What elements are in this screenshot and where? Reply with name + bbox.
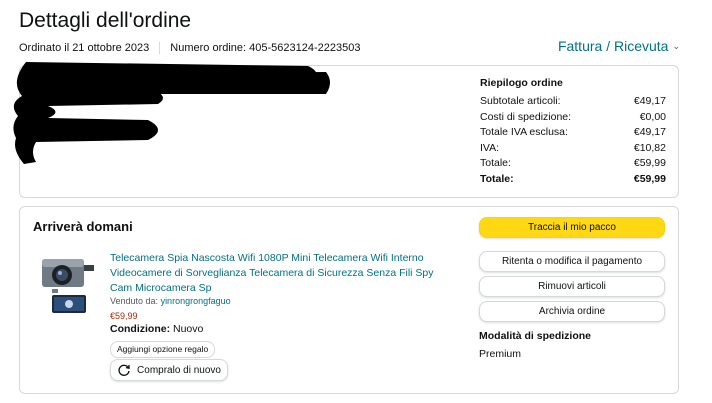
seller-prefix: Venduto da:	[110, 296, 159, 306]
refresh-icon	[118, 364, 130, 376]
order-summary: Riepilogo ordine Subtotale articoli: €49…	[480, 77, 666, 187]
condition-label: Condizione:	[110, 323, 171, 335]
invoice-dropdown[interactable]: Fattura / Ricevuta ⌄	[558, 38, 680, 54]
summary-value: €59,99	[633, 157, 666, 169]
product-image[interactable]	[40, 251, 96, 317]
redacted-address	[13, 62, 330, 164]
shipping-method-label: Modalità di spedizione	[479, 330, 592, 342]
order-info-card: Riepilogo ordine Subtotale articoli: €49…	[13, 62, 679, 198]
product-condition: Condizione: Nuovo	[110, 323, 203, 335]
summary-row-grand-total: Totale: €59,99	[480, 172, 666, 188]
summary-row-total: Totale: €59,99	[480, 156, 666, 172]
product-price: €59,99	[110, 311, 138, 321]
condition-value: Nuovo	[173, 323, 204, 335]
spy-camera-icon	[42, 259, 94, 313]
summary-label: Totale:	[480, 172, 514, 185]
summary-value: €10,82	[633, 141, 666, 154]
summary-title: Riepilogo ordine	[480, 77, 563, 89]
arrival-heading: Arriverà domani	[33, 219, 133, 234]
summary-value: €49,17	[633, 126, 666, 138]
summary-value: €59,99	[633, 172, 666, 185]
shipping-method-value: Premium	[479, 348, 522, 360]
summary-label: Costi di spedizione:	[480, 110, 572, 123]
summary-row-vat: IVA: €10,82	[480, 141, 666, 157]
summary-label: IVA:	[480, 141, 500, 154]
summary-label: Totale IVA esclusa:	[480, 126, 568, 138]
seller-name-link[interactable]: yinrongrongfaguo	[161, 296, 231, 306]
chevron-down-icon: ⌄	[672, 40, 680, 51]
summary-row-shipping: Costi di spedizione: €0,00	[480, 110, 666, 126]
buy-again-label: Compralo di nuovo	[137, 364, 221, 376]
seller-info: Venduto da: yinrongrongfaguo	[110, 296, 231, 306]
order-date: Ordinato il 21 ottobre 2023	[19, 42, 150, 54]
summary-value: €49,17	[633, 95, 666, 107]
retry-payment-button[interactable]: Ritenta o modifica il pagamento	[479, 251, 665, 272]
product-title-link[interactable]: Telecamera Spia Nascosta Wifi 1080P Mini…	[110, 251, 450, 296]
buy-again-button[interactable]: Compralo di nuovo	[110, 359, 228, 381]
summary-value: €0,00	[639, 110, 666, 123]
summary-row-subtotal: Subtotale articoli: €49,17	[480, 94, 666, 110]
track-package-button[interactable]: Traccia il mio pacco	[479, 217, 665, 238]
shipment-card: Arriverà domani Telecamera Spia Nascosta…	[19, 206, 679, 394]
invoice-label: Fattura / Ricevuta	[557, 38, 669, 54]
meta-divider	[159, 42, 161, 54]
summary-label: Subtotale articoli:	[480, 95, 561, 107]
order-number: Numero ordine: 405-5623124-2223503	[170, 42, 361, 54]
order-meta: Ordinato il 21 ottobre 2023 Numero ordin…	[19, 42, 360, 54]
summary-row-net: Totale IVA esclusa: €49,17	[480, 125, 666, 141]
page-title: Dettagli dell'ordine	[19, 9, 192, 32]
archive-order-button[interactable]: Archivia ordine	[479, 301, 665, 322]
add-gift-option-button[interactable]: Aggiungi opzione regalo	[110, 341, 216, 358]
remove-items-button[interactable]: Rimuovi articoli	[479, 276, 665, 297]
summary-label: Totale:	[480, 157, 511, 169]
